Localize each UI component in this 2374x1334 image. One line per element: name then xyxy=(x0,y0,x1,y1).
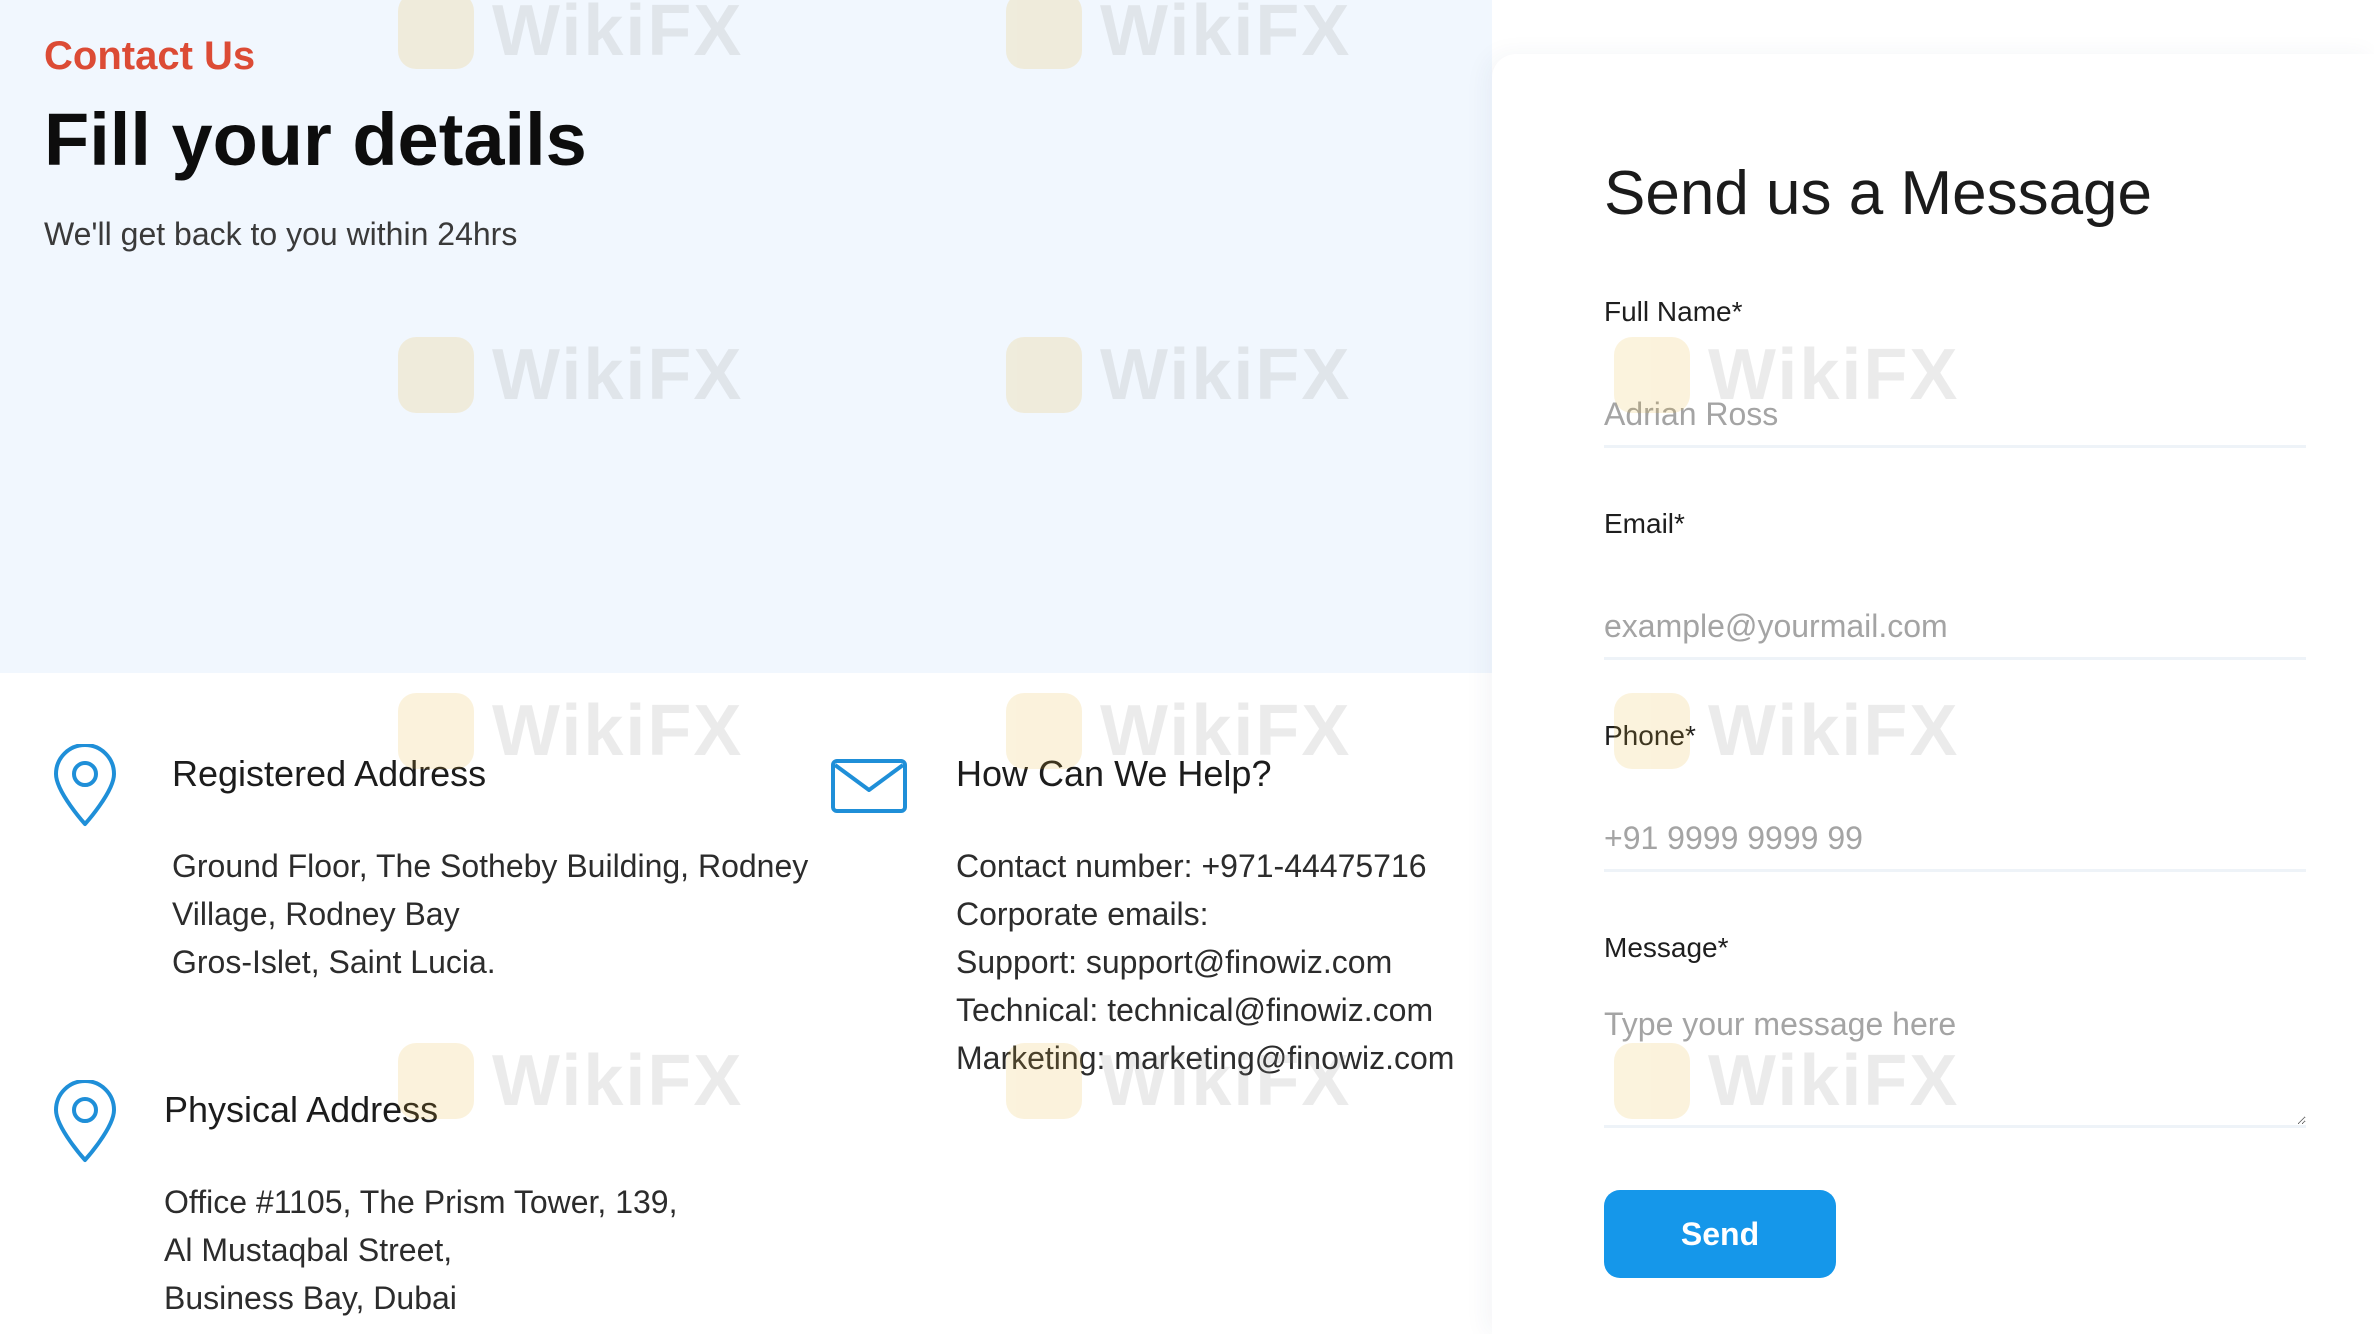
send-button[interactable]: Send xyxy=(1604,1190,1836,1278)
email-input[interactable] xyxy=(1604,596,2306,660)
phone-input[interactable] xyxy=(1604,808,2306,872)
section-eyebrow: Contact Us xyxy=(44,34,256,78)
corporate-emails-label: Corporate emails: xyxy=(956,896,1209,932)
address-line: Ground Floor, The Sotheby Building, Rodn… xyxy=(172,848,809,884)
message-label: Message* xyxy=(1604,932,1729,963)
message-textarea[interactable] xyxy=(1604,994,2306,1128)
watermark-text: WikiFX xyxy=(492,1041,744,1121)
map-pin-icon xyxy=(54,744,116,826)
address-line: Al Mustaqbal Street, xyxy=(164,1232,453,1268)
email-label: Email* xyxy=(1604,508,1685,539)
form-title: Send us a Message xyxy=(1604,159,2153,228)
full-name-label: Full Name* xyxy=(1604,296,1743,327)
map-pin-icon xyxy=(54,1080,116,1162)
address-line: Office #1105, The Prism Tower, 139, xyxy=(164,1184,678,1220)
page-title: Fill your details xyxy=(44,98,587,181)
help-title: How Can We Help? xyxy=(956,753,1272,794)
contact-form-panel: Send us a Message Full Name* Email* Phon… xyxy=(1492,54,2374,1334)
contact-page: Contact Us Fill your details We'll get b… xyxy=(0,0,2374,1334)
watermark: WikiFX xyxy=(398,1040,743,1122)
address-line: Business Bay, Dubai xyxy=(164,1280,457,1316)
registered-address-text: Ground Floor, The Sotheby Building, Rodn… xyxy=(172,842,808,986)
contact-number: Contact number: +971-44475716 xyxy=(956,848,1427,884)
physical-address-title: Physical Address xyxy=(164,1089,439,1130)
page-subtitle: We'll get back to you within 24hrs xyxy=(44,216,518,252)
full-name-input[interactable] xyxy=(1604,384,2306,448)
help-text: Contact number: +971-44475716 Corporate … xyxy=(956,842,1454,1082)
support-email: Support: support@finowiz.com xyxy=(956,944,1393,980)
phone-label: Phone* xyxy=(1604,720,1696,751)
envelope-icon xyxy=(831,759,907,813)
address-line: Gros-Islet, Saint Lucia. xyxy=(172,944,496,980)
technical-email: Technical: technical@finowiz.com xyxy=(956,992,1434,1028)
marketing-email: Marketing: marketing@finowiz.com xyxy=(956,1040,1455,1076)
watermark-text: WikiFX xyxy=(492,691,744,771)
physical-address-text: Office #1105, The Prism Tower, 139, Al M… xyxy=(164,1178,677,1322)
registered-address-title: Registered Address xyxy=(172,753,487,794)
address-line: Village, Rodney Bay xyxy=(172,896,460,932)
